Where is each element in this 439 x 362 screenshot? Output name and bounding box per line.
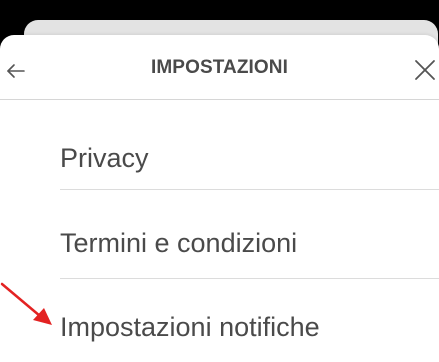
- header-divider: [0, 99, 439, 100]
- page-title: IMPOSTAZIONI: [150, 57, 288, 78]
- menu-item-label: Termini e condizioni: [60, 228, 298, 258]
- menu-divider: [60, 189, 439, 190]
- menu-divider: [60, 278, 439, 279]
- close-button[interactable]: [412, 54, 438, 84]
- menu-item-notification-settings[interactable]: Impostazioni notifiche: [60, 300, 439, 360]
- menu-item-privacy[interactable]: Privacy: [60, 128, 439, 188]
- annotation-arrow-icon: [0, 282, 52, 325]
- menu-item-label: Impostazioni notifiche: [60, 312, 320, 342]
- menu-item-label: Privacy: [60, 143, 149, 173]
- close-icon: [415, 60, 435, 80]
- menu-item-terms[interactable]: Termini e condizioni: [60, 213, 439, 273]
